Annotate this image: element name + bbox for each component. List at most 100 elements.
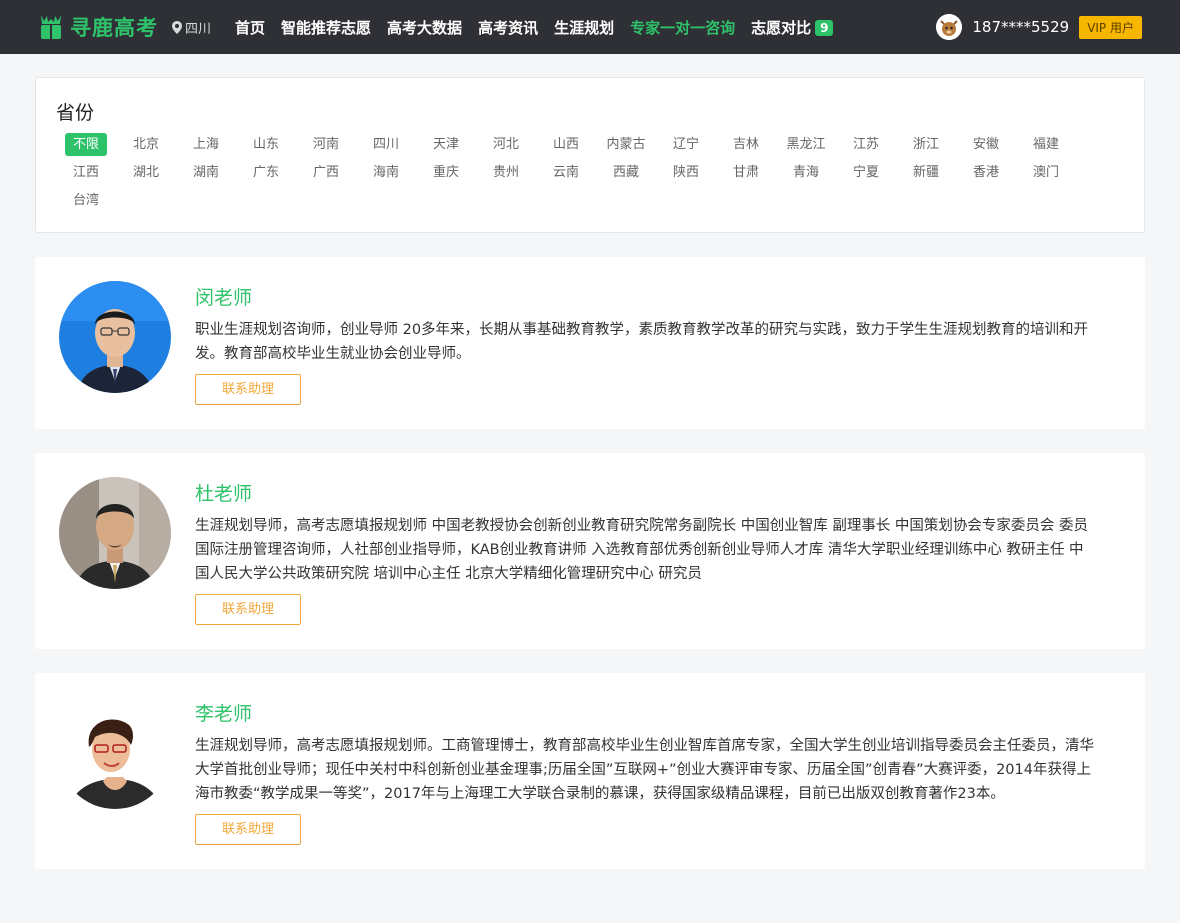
province-option[interactable]: 澳门 [1016, 159, 1076, 187]
province-option[interactable]: 甘肃 [716, 159, 776, 187]
province-option-label: 湖北 [132, 165, 159, 180]
province-option-label: 不限 [64, 133, 107, 156]
province-option[interactable]: 天津 [416, 131, 476, 159]
province-option[interactable]: 新疆 [896, 159, 956, 187]
province-option[interactable]: 重庆 [416, 159, 476, 187]
teacher-description: 生涯规划导师，高考志愿填报规划师 中国老教授协会创新创业教育研究院常务副院长 中… [195, 518, 1089, 582]
province-option[interactable]: 不限 [56, 131, 116, 159]
province-option[interactable]: 青海 [776, 159, 836, 187]
province-option-label: 广东 [252, 165, 279, 180]
contact-assistant-button[interactable]: 联系助理 [195, 374, 301, 405]
nav-home[interactable]: 首页 [235, 17, 265, 38]
province-option[interactable]: 江苏 [836, 131, 896, 159]
vip-badge: VIP 用户 [1079, 15, 1142, 39]
province-option-label: 台湾 [72, 193, 99, 208]
province-option-label: 河北 [492, 137, 519, 152]
logo-text: 寻鹿高考 [70, 16, 158, 40]
province-option-label: 河南 [312, 137, 339, 152]
province-option-label: 山西 [552, 137, 579, 152]
deer-logo-icon [41, 15, 61, 39]
user-area: 187****5529 VIP 用户 [936, 14, 1142, 40]
province-option-label: 安徽 [972, 137, 999, 152]
province-option-label: 澳门 [1032, 165, 1059, 180]
province-option[interactable]: 安徽 [956, 131, 1016, 159]
province-option[interactable]: 台湾 [56, 187, 116, 215]
nav-expert-consult[interactable]: 专家一对一咨询 [630, 17, 735, 38]
contact-assistant-button[interactable]: 联系助理 [195, 594, 301, 625]
province-option[interactable]: 上海 [176, 131, 236, 159]
province-option-label: 福建 [1032, 137, 1059, 152]
nav-big-data[interactable]: 高考大数据 [387, 17, 462, 38]
province-option-label: 广西 [312, 165, 339, 180]
province-option[interactable]: 贵州 [476, 159, 536, 187]
province-option[interactable]: 辽宁 [656, 131, 716, 159]
province-option[interactable]: 浙江 [896, 131, 956, 159]
province-option[interactable]: 香港 [956, 159, 1016, 187]
province-option[interactable]: 河北 [476, 131, 536, 159]
top-navigation-bar: 寻鹿高考 四川 首页 智能推荐志愿 高考大数据 高考资讯 生涯规划 专家一对一咨… [0, 0, 1180, 54]
province-option[interactable]: 西藏 [596, 159, 656, 187]
teacher-list: 闵老师 职业生涯规划咨询师，创业导师 20多年来，长期从事基础教育教学，素质教育… [35, 257, 1145, 869]
province-option-label: 西藏 [612, 165, 639, 180]
province-list: 不限 北京 上海 山东 河南 四川 天津 河北 山西 内蒙古 辽宁 吉林 黑龙江 江苏 浙江 安徽 福建江西 湖北… [56, 131, 1124, 215]
province-option[interactable]: 云南 [536, 159, 596, 187]
province-option-label: 湖南 [192, 165, 219, 180]
site-logo[interactable]: 寻鹿高考 [38, 12, 158, 42]
province-option-label: 贵州 [492, 165, 519, 180]
teacher-card: 杜老师 生涯规划导师，高考志愿填报规划师 中国老教授协会创新创业教育研究院常务副… [35, 453, 1145, 649]
location-label: 四川 [185, 21, 212, 37]
province-option-label: 香港 [972, 165, 999, 180]
province-option-label: 陕西 [672, 165, 699, 180]
province-option-label: 新疆 [912, 165, 939, 180]
province-option[interactable]: 海南 [356, 159, 416, 187]
province-option-label: 江西 [72, 165, 99, 180]
nav-news[interactable]: 高考资讯 [478, 17, 538, 38]
province-option-label: 吉林 [732, 137, 759, 152]
teacher-name[interactable]: 杜老师 [195, 479, 1121, 506]
teacher-name[interactable]: 闵老师 [195, 283, 1121, 310]
province-option[interactable]: 黑龙江 [776, 131, 836, 159]
main-nav: 首页 智能推荐志愿 高考大数据 高考资讯 生涯规划 专家一对一咨询 志愿对比 9 [235, 17, 849, 38]
province-option[interactable]: 陕西 [656, 159, 716, 187]
province-option[interactable]: 福建 [1016, 131, 1076, 159]
province-option-label: 海南 [372, 165, 399, 180]
province-option[interactable]: 宁夏 [836, 159, 896, 187]
province-option[interactable]: 北京 [116, 131, 176, 159]
teacher-name[interactable]: 李老师 [195, 699, 1121, 726]
contact-assistant-button[interactable]: 联系助理 [195, 814, 301, 845]
deer-avatar-icon [936, 14, 963, 40]
province-option[interactable]: 河南 [296, 131, 356, 159]
teacher-info: 杜老师 生涯规划导师，高考志愿填报规划师 中国老教授协会创新创业教育研究院常务副… [195, 477, 1121, 625]
nav-career-planning[interactable]: 生涯规划 [554, 17, 614, 38]
province-option-label: 云南 [552, 165, 579, 180]
province-option-label: 内蒙古 [606, 137, 646, 152]
teacher-info: 闵老师 职业生涯规划咨询师，创业导师 20多年来，长期从事基础教育教学，素质教育… [195, 281, 1121, 405]
province-option-label: 辽宁 [672, 137, 699, 152]
teacher-photo [59, 697, 171, 809]
province-option[interactable]: 广东 [236, 159, 296, 187]
teacher-card: 李老师 生涯规划导师，高考志愿填报规划师。工商管理博士，教育部高校毕业生创业智库… [35, 673, 1145, 869]
province-option[interactable]: 内蒙古 [596, 131, 656, 159]
user-phone[interactable]: 187****5529 [972, 18, 1069, 36]
province-option-label: 宁夏 [852, 165, 879, 180]
nav-smart-recommend[interactable]: 智能推荐志愿 [281, 17, 371, 38]
province-option[interactable]: 江西 [56, 159, 116, 187]
province-option[interactable]: 湖北 [116, 159, 176, 187]
province-option-label: 青海 [792, 165, 819, 180]
user-avatar[interactable] [936, 14, 963, 40]
province-option[interactable]: 吉林 [716, 131, 776, 159]
province-option-label: 甘肃 [732, 165, 759, 180]
province-option[interactable]: 湖南 [176, 159, 236, 187]
province-option[interactable]: 山东 [236, 131, 296, 159]
teacher-card: 闵老师 职业生涯规划咨询师，创业导师 20多年来，长期从事基础教育教学，素质教育… [35, 257, 1145, 429]
province-option-label: 山东 [252, 137, 279, 152]
province-option[interactable]: 四川 [356, 131, 416, 159]
teacher-description: 生涯规划导师，高考志愿填报规划师。工商管理博士，教育部高校毕业生创业智库首席专家… [195, 738, 1094, 802]
location-selector[interactable]: 四川 [172, 18, 211, 37]
province-option-label: 北京 [132, 137, 159, 152]
province-filter: 省份 不限 北京 上海 山东 河南 四川 天津 河北 山西 内蒙古 辽宁 吉林 黑龙江 江苏 浙江 安徽 福建江… [35, 77, 1145, 233]
province-option[interactable]: 广西 [296, 159, 356, 187]
nav-compare[interactable]: 志愿对比 9 [751, 17, 834, 38]
province-option[interactable]: 山西 [536, 131, 596, 159]
teacher-description: 职业生涯规划咨询师，创业导师 20多年来，长期从事基础教育教学，素质教育教学改革… [195, 322, 1089, 362]
